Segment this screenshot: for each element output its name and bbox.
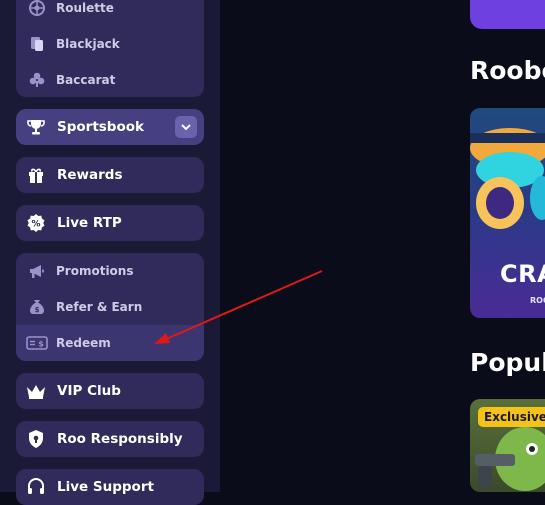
sportsbook-label: Sportsbook	[57, 119, 144, 135]
svg-text:%: %	[31, 220, 40, 230]
sidebar-item-baccarat[interactable]: Baccarat	[16, 62, 204, 98]
svg-text:$: $	[35, 306, 40, 314]
sidebar: Roulette Blackjack Baccarat Sportsbook R…	[0, 0, 220, 505]
sidebar-item-label: Redeem	[56, 336, 111, 350]
sidebar-item-redeem[interactable]: $ Redeem	[16, 325, 204, 361]
cash-icon: $	[26, 332, 48, 354]
sidebar-item-label: Blackjack	[56, 37, 120, 51]
roo-responsibly-button[interactable]: Roo Responsibly	[16, 421, 204, 457]
sidebar-item-label: Baccarat	[56, 73, 116, 87]
sportsbook-button[interactable]: Sportsbook	[16, 109, 204, 145]
game-card-crash[interactable]: CRA ROO	[470, 108, 545, 318]
sidebar-item-refer-earn[interactable]: $ Refer & Earn	[16, 289, 204, 325]
promo-group: Promotions $ Refer & Earn $ Redeem	[16, 253, 204, 361]
section-title-popular: Popul	[470, 348, 545, 377]
sidebar-item-blackjack[interactable]: Blackjack	[16, 26, 204, 62]
sidebar-item-label: Roulette	[56, 1, 114, 15]
promo-banner[interactable]	[470, 0, 545, 29]
baccarat-icon	[26, 69, 48, 91]
rewards-button[interactable]: Rewards	[16, 157, 204, 193]
exclusive-badge: Exclusive	[478, 407, 545, 427]
sidebar-item-promotions[interactable]: Promotions	[16, 253, 204, 289]
live-support-label: Live Support	[57, 479, 154, 495]
gift-icon	[25, 164, 47, 186]
live-rtp-button[interactable]: % Live RTP	[16, 205, 204, 241]
blackjack-icon	[26, 33, 48, 55]
headset-icon	[25, 476, 47, 498]
sidebar-item-label: Refer & Earn	[56, 300, 143, 314]
live-support-button[interactable]: Live Support	[16, 469, 204, 505]
game-card-popular[interactable]: Exclusive	[470, 399, 545, 492]
roulette-icon	[26, 0, 48, 19]
section-title-roobet-originals: Roobe	[470, 56, 545, 85]
shield-icon	[25, 428, 47, 450]
crown-icon	[25, 380, 47, 402]
game-card-subtitle: ROO	[530, 296, 545, 305]
sidebar-item-label: Promotions	[56, 264, 134, 278]
casino-group: Roulette Blackjack Baccarat	[16, 0, 204, 97]
trophy-icon	[25, 116, 47, 138]
game-artwork-image	[470, 128, 545, 229]
roo-responsibly-label: Roo Responsibly	[57, 431, 183, 447]
sidebar-item-roulette[interactable]: Roulette	[16, 0, 204, 26]
live-rtp-label: Live RTP	[57, 215, 122, 231]
chevron-down-icon[interactable]	[175, 116, 197, 138]
percent-icon: %	[25, 212, 47, 234]
rewards-label: Rewards	[57, 167, 123, 183]
vip-club-button[interactable]: VIP Club	[16, 373, 204, 409]
megaphone-icon	[26, 260, 48, 282]
vip-club-label: VIP Club	[57, 383, 121, 399]
svg-text:$: $	[38, 340, 44, 349]
money-bag-icon: $	[26, 296, 48, 318]
game-card-title: CRA	[500, 260, 545, 288]
main-content: Roobe CRA ROO Popul Exclusive	[220, 0, 545, 492]
